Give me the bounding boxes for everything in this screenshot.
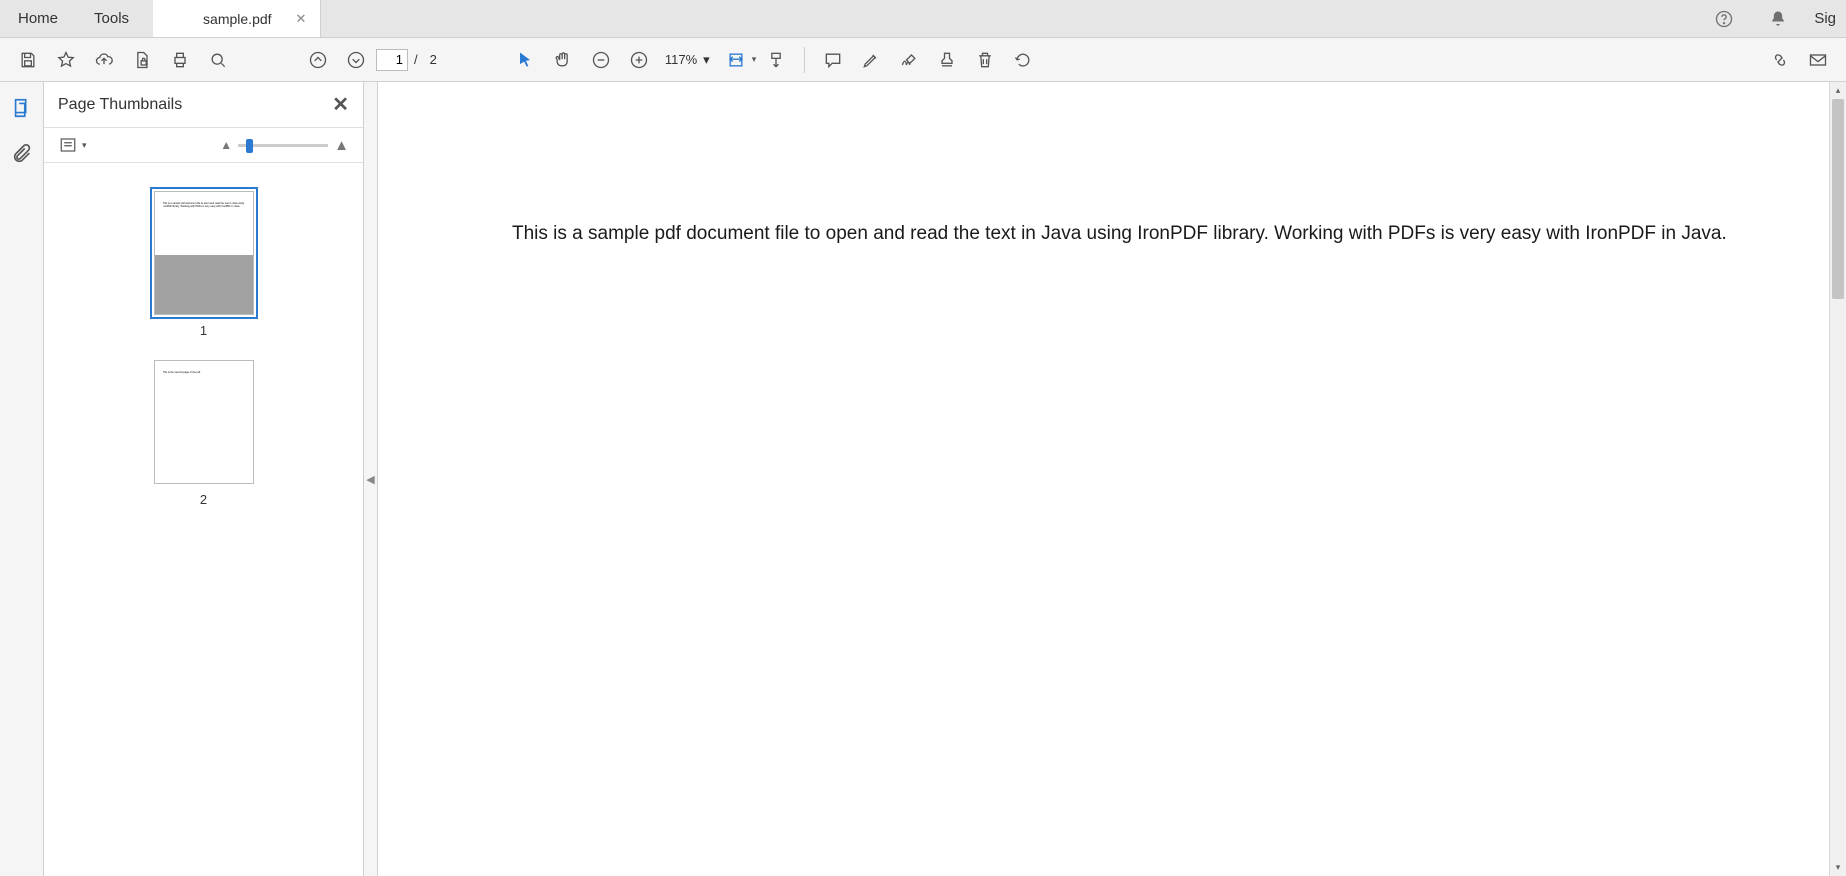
close-panel-icon[interactable]: ✕ [332,92,349,117]
thumbnail-item[interactable]: This is the second page of the pdf. 2 [154,360,254,507]
zoom-select[interactable]: 117% ▾ [659,52,716,68]
hand-tool-icon[interactable] [545,42,581,78]
thumb-size-large-icon[interactable]: ▲ [334,137,349,154]
save-icon[interactable] [10,42,46,78]
select-tool-icon[interactable] [507,42,543,78]
thumbnail-list: This is a sample pdf document file to op… [44,163,363,876]
collapse-panel-handle[interactable]: ◀ [364,82,378,876]
scrollbar-thumb[interactable] [1832,99,1844,299]
thumbnail-label: 2 [200,492,207,507]
document-viewport[interactable]: This is a sample pdf document file to op… [378,82,1829,876]
tab-tools[interactable]: Tools [76,0,147,37]
thumbnail-page-1[interactable]: This is a sample pdf document file to op… [154,191,254,315]
bell-icon[interactable] [1760,1,1796,37]
thumbnail-size-slider[interactable] [238,144,328,147]
navigation-rail [0,82,44,876]
scroll-mode-icon[interactable] [758,42,794,78]
fit-width-icon[interactable] [718,42,754,78]
page-down-icon[interactable] [338,42,374,78]
fit-width-dropdown[interactable]: ▾ [752,54,757,65]
page-total: 2 [430,52,437,67]
sign-icon[interactable] [891,42,927,78]
vertical-scrollbar[interactable]: ▴ ▾ [1829,82,1846,876]
tab-document[interactable]: sample.pdf ✕ [153,0,321,37]
page-separator: / [414,52,418,67]
stamp-icon[interactable] [929,42,965,78]
rotate-icon[interactable] [1005,42,1041,78]
sign-in-link[interactable]: Sig [1814,10,1836,27]
attachments-rail-icon[interactable] [8,140,36,168]
delete-icon[interactable] [967,42,1003,78]
email-icon[interactable] [1800,42,1836,78]
thumbnail-label: 1 [200,323,207,338]
page-number-input[interactable] [376,49,408,71]
star-icon[interactable] [48,42,84,78]
thumbnail-options-button[interactable]: ▾ [58,136,87,154]
toolbar: / 2 117% ▾ ▾ [0,38,1846,82]
cloud-upload-icon[interactable] [86,42,122,78]
lock-file-icon[interactable] [124,42,160,78]
page-up-icon[interactable] [300,42,336,78]
scroll-down-icon[interactable]: ▾ [1830,859,1846,876]
thumbnail-page-2[interactable]: This is the second page of the pdf. [154,360,254,484]
comment-icon[interactable] [815,42,851,78]
find-icon[interactable] [200,42,236,78]
print-icon[interactable] [162,42,198,78]
thumbnail-item[interactable]: This is a sample pdf document file to op… [154,191,254,338]
zoom-out-icon[interactable] [583,42,619,78]
tab-bar: Home Tools sample.pdf ✕ Sig [0,0,1846,38]
tab-document-label: sample.pdf [203,11,271,27]
document-text: This is a sample pdf document file to op… [512,220,1789,249]
help-icon[interactable] [1706,1,1742,37]
tab-home[interactable]: Home [0,0,76,37]
zoom-in-icon[interactable] [621,42,657,78]
thumb-size-small-icon[interactable]: ▲ [220,138,232,152]
zoom-value: 117% [665,52,697,67]
highlight-icon[interactable] [853,42,889,78]
thumbnails-panel: Page Thumbnails ✕ ▾ ▲ ▲ This is a sample… [44,82,364,876]
thumbnails-title: Page Thumbnails [58,96,182,114]
scroll-up-icon[interactable]: ▴ [1830,82,1846,99]
link-icon[interactable] [1762,42,1798,78]
chevron-down-icon: ▾ [703,52,710,68]
thumbnails-rail-icon[interactable] [8,94,36,122]
close-tab-icon[interactable]: ✕ [296,11,307,27]
